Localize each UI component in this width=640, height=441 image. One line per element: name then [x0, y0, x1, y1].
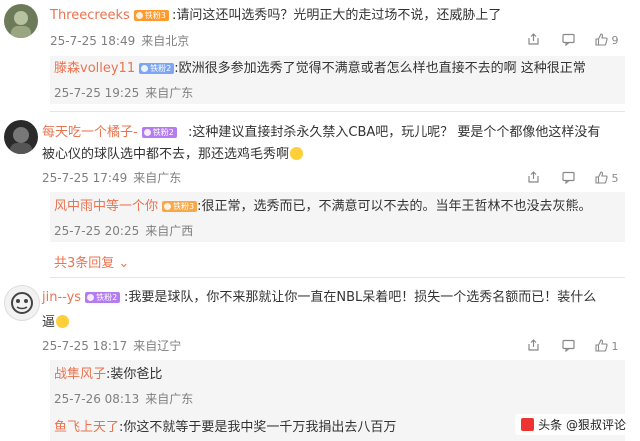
avatar[interactable]: [4, 4, 38, 38]
thumbs-up-icon: [595, 339, 608, 352]
share-icon[interactable]: [524, 32, 542, 48]
fan-badge: 铁粉2: [139, 63, 175, 74]
comment-actions: 1: [510, 338, 619, 354]
divider: [50, 277, 625, 278]
reply-username[interactable]: 战隼风子: [54, 367, 106, 382]
avatar[interactable]: [4, 120, 38, 154]
comment-text-line: 被心仪的球队选中都不去，那还选鸡毛秀啊: [42, 144, 304, 166]
reply-text: 鱼飞上天了:你这不就等于要是我中奖一千万我捐出去八百万: [54, 420, 397, 435]
like-button[interactable]: 5: [595, 170, 619, 186]
comment-text-content: 被心仪的球队选中都不去，那还选鸡毛秀啊: [42, 147, 290, 162]
comment-icon[interactable]: [560, 170, 578, 186]
comment-text-content: 这种建议直接封杀永久禁入CBA吧，玩儿呢？ 要是个个都像他这样没有: [192, 125, 601, 140]
divider: [50, 111, 625, 112]
toutiao-logo-icon: [521, 418, 535, 431]
fan-badge: 铁粉2: [85, 292, 121, 303]
reply-text-content: 你这不就等于要是我中奖一千万我捐出去八百万: [123, 420, 397, 435]
chevron-down-icon: ⌄: [118, 256, 130, 271]
reply-text: 风中雨中等一个你 铁粉3:很正常，选秀而已，不满意可以不去的。当年王哲林不也没去灰…: [54, 199, 592, 214]
username-text[interactable]: jin--ys: [42, 290, 81, 305]
avatar-image: [11, 11, 31, 38]
laugh-emoji-icon: [56, 315, 70, 328]
comment-location: 来自辽宁: [133, 339, 182, 353]
laugh-emoji-icon: [290, 147, 304, 160]
share-icon[interactable]: [524, 338, 542, 354]
reply-username[interactable]: 风中雨中等一个你: [54, 199, 158, 214]
comment-meta: 25-7-25 17:49 来自广东: [42, 170, 181, 186]
avatar-image: [10, 127, 32, 154]
reply-text-content: 很正常，选秀而已，不满意可以不去的。当年王哲林不也没去灰熊。: [201, 199, 592, 214]
thumbs-up-icon: [595, 33, 608, 46]
comment-icon[interactable]: [560, 32, 578, 48]
fan-badge: 铁粉3: [162, 201, 198, 212]
share-icon[interactable]: [524, 170, 542, 186]
watermark: 头条 @狠叔评论: [515, 414, 632, 435]
comment-location: 来自广东: [133, 171, 182, 185]
reply-meta: 25-7-26 08:13 来自广东: [54, 391, 193, 407]
comment-icon[interactable]: [560, 338, 578, 354]
reply-location: 来自广西: [145, 224, 194, 238]
reply-date: 25-7-25 20:25: [54, 224, 140, 238]
comment-actions: 9: [510, 32, 619, 48]
fan-badge: 铁粉3: [133, 10, 169, 21]
comment-text-line: :我要是球队，你不来那就让你一直在NBL呆着吧！损失一个选秀名额而已！装什么: [124, 290, 597, 305]
comment-text-content: 请问这还叫选秀吗？光明正大的走过场不说，还威胁上了: [176, 8, 502, 23]
reply-text-content: 欧洲很多参加选秀了觉得不满意或者怎么样也直接不去的啊 这种很正常: [178, 61, 586, 76]
like-count: 1: [611, 340, 619, 353]
comment-text-content: 我要是球队，你不来那就让你一直在NBL呆着吧！损失一个选秀名额而已！装什么: [128, 290, 597, 305]
watermark-text: 头条 @狠叔评论: [538, 418, 626, 432]
reply-text: 滕森volley11 铁粉2:欧洲很多参加选秀了觉得不满意或者怎么样也直接不去的啊…: [54, 61, 586, 76]
fan-badge: 铁粉2: [141, 127, 177, 138]
comment-text-line: 逼: [42, 312, 70, 334]
like-count: 5: [611, 172, 619, 185]
reply-meta: 25-7-25 20:25 来自广西: [54, 223, 193, 239]
comment-date: 25-7-25 18:49: [50, 34, 136, 48]
reply-username[interactable]: 鱼飞上天了: [54, 420, 119, 435]
reply-location: 来自广东: [145, 392, 194, 406]
comment-location: 来自北京: [141, 34, 190, 48]
comment-text-line: :这种建议直接封杀永久禁入CBA吧，玩儿呢？ 要是个个都像他这样没有: [188, 125, 601, 140]
reply-block: 风中雨中等一个你 铁粉3:很正常，选秀而已，不满意可以不去的。当年王哲林不也没去灰…: [50, 192, 625, 242]
badge-text: 铁粉2: [152, 128, 174, 137]
comment-text-content: 逼: [42, 315, 56, 330]
badge-text: 铁粉2: [150, 64, 172, 73]
comment-text: :请问这还叫选秀吗？光明正大的走过场不说，还威胁上了: [172, 8, 502, 23]
expand-replies-text[interactable]: 共3条回复: [54, 256, 114, 271]
comment-date: 25-7-25 17:49: [42, 171, 128, 185]
expand-replies-link[interactable]: 共3条回复 ⌄: [54, 252, 129, 271]
reply-date: 25-7-25 19:25: [54, 86, 140, 100]
badge-text: 铁粉2: [96, 293, 118, 302]
comment-meta: 25-7-25 18:17 来自辽宁: [42, 338, 181, 354]
reply-username[interactable]: 滕森volley11: [54, 61, 135, 76]
avatar-image: [11, 292, 33, 314]
reply-block: 滕森volley11 铁粉2:欧洲很多参加选秀了觉得不满意或者怎么样也直接不去的啊…: [50, 56, 625, 104]
like-count: 9: [611, 34, 619, 47]
comment-username[interactable]: jin--ys 铁粉2: [42, 290, 121, 306]
thumbs-up-icon: [595, 171, 608, 184]
reply-text: 战隼风子:装你爸比: [54, 367, 163, 382]
comment-date: 25-7-25 18:17: [42, 339, 128, 353]
like-button[interactable]: 1: [595, 338, 619, 354]
username-text[interactable]: Threecreeks: [50, 8, 130, 23]
badge-text: 铁粉3: [144, 11, 166, 20]
username-text[interactable]: 每天吃一个橘子-: [42, 125, 138, 140]
comment-meta: 25-7-25 18:49 来自北京: [50, 33, 189, 49]
badge-text: 铁粉3: [173, 202, 195, 211]
reply-text-content: 装你爸比: [110, 367, 163, 382]
reply-date: 25-7-26 08:13: [54, 392, 140, 406]
avatar[interactable]: [4, 285, 40, 321]
comment-actions: 5: [510, 170, 619, 186]
like-button[interactable]: 9: [595, 32, 619, 48]
comment-username[interactable]: 每天吃一个橘子- 铁粉2: [42, 125, 177, 141]
reply-location: 来自广东: [145, 86, 194, 100]
comment-username[interactable]: Threecreeks 铁粉3: [50, 8, 169, 24]
reply-meta: 25-7-25 19:25 来自广东: [54, 85, 193, 101]
